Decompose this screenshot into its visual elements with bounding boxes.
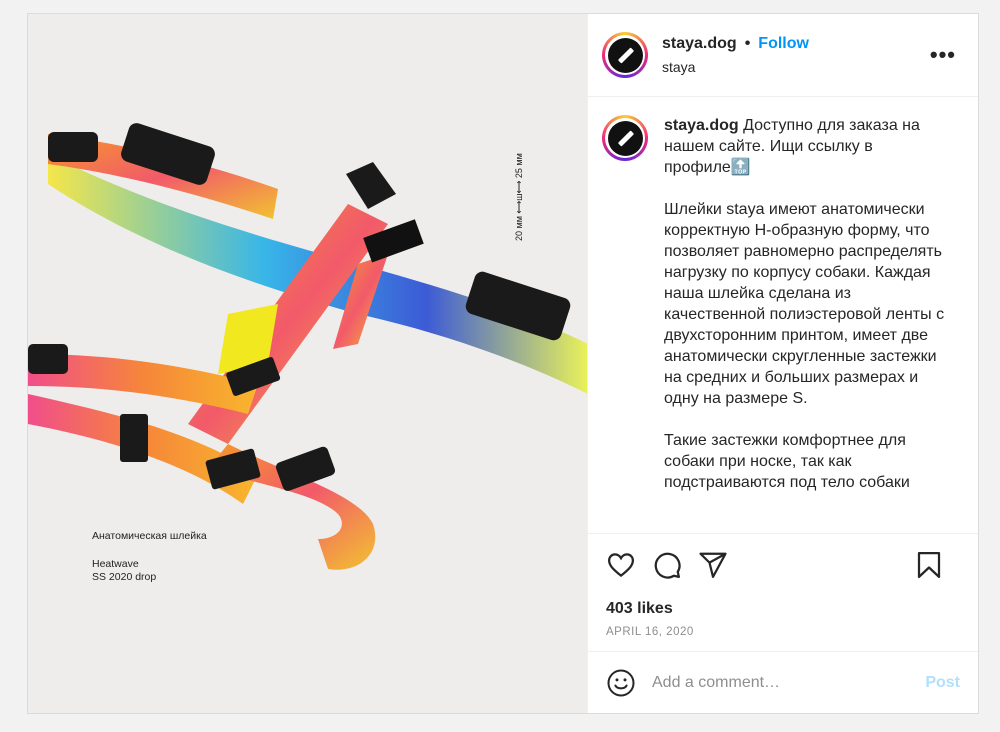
image-caption-title: Анатомическая шлейка xyxy=(92,530,207,542)
paper-plane-icon[interactable] xyxy=(698,550,728,580)
follow-button[interactable]: Follow xyxy=(758,35,809,53)
separator-dot: • xyxy=(744,35,751,52)
action-bar xyxy=(588,534,978,596)
image-caption-line2: SS 2020 drop xyxy=(92,571,157,583)
image-dimension-label: 20 мм ⟷ш⟷ 25 мм xyxy=(514,153,524,241)
smiley-icon[interactable] xyxy=(606,668,636,698)
comment-bar: Add a comment… Post xyxy=(588,651,978,713)
comment-input[interactable]: Add a comment… xyxy=(652,674,925,692)
caption-avatar[interactable] xyxy=(602,115,648,161)
post-sidebar: staya.dog • Follow staya ••• staya.dog Д… xyxy=(588,14,978,713)
caption-username[interactable]: staya.dog xyxy=(664,117,739,134)
caption-body: Доступно для заказа на нашем сайте. Ищи … xyxy=(664,117,945,491)
caption-text: staya.dog Доступно для заказа на нашем с… xyxy=(664,115,954,533)
post-comment-button[interactable]: Post xyxy=(925,674,960,692)
author-username[interactable]: staya.dog xyxy=(662,35,737,53)
author-avatar[interactable] xyxy=(602,32,648,78)
brand-logo-icon xyxy=(607,37,643,73)
heart-icon[interactable] xyxy=(606,550,636,580)
caption-area: staya.dog Доступно для заказа на нашем с… xyxy=(588,97,978,534)
author-subtitle[interactable]: staya xyxy=(662,59,809,75)
likes-count[interactable]: 403 likes xyxy=(588,600,978,618)
more-options-icon[interactable]: ••• xyxy=(930,42,956,68)
bookmark-icon[interactable] xyxy=(914,550,944,580)
post-window: Анатомическая шлейка Heatwave SS 2020 dr… xyxy=(27,13,979,714)
post-image[interactable]: Анатомическая шлейка Heatwave SS 2020 dr… xyxy=(28,14,588,713)
post-date[interactable]: APRIL 16, 2020 xyxy=(588,626,978,638)
image-caption-line1: Heatwave xyxy=(92,558,139,570)
harness-illustration xyxy=(28,123,587,570)
brand-logo-icon xyxy=(607,120,643,156)
post-header: staya.dog • Follow staya ••• xyxy=(588,14,978,97)
comment-icon[interactable] xyxy=(652,550,682,580)
